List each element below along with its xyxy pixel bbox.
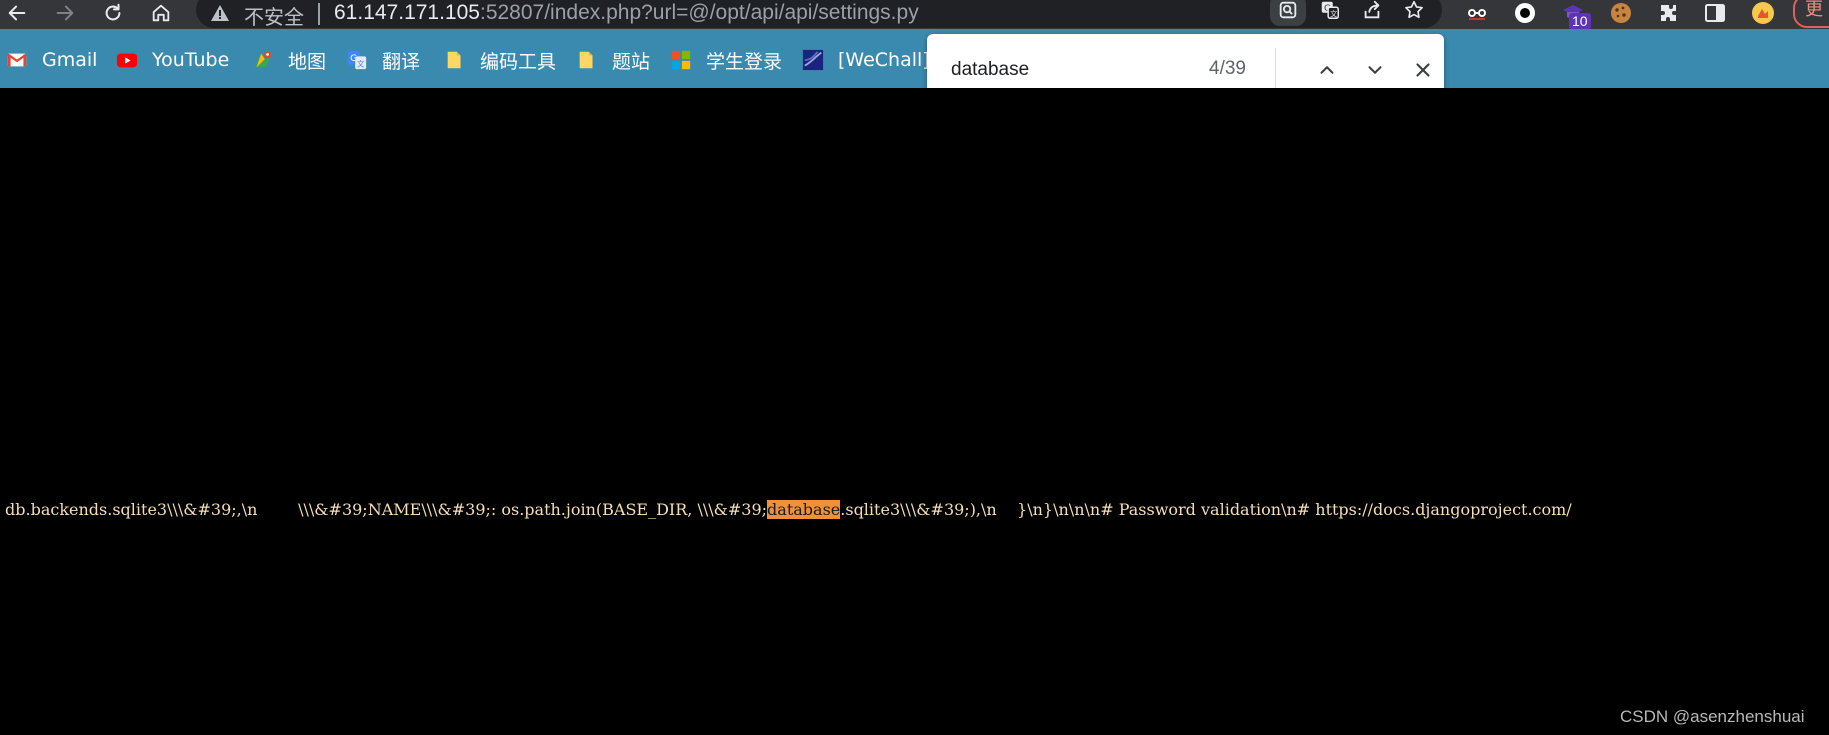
bookmark-label: 地图 — [288, 50, 327, 73]
bookmark-star-button[interactable] — [1396, 0, 1432, 26]
code-before-match: db.backends.sqlite3\\\&#39;,\n \\\&#39;N… — [5, 500, 768, 519]
lens-icon — [1279, 1, 1297, 19]
forward-button[interactable] — [48, 0, 82, 26]
code-after-match: .sqlite3\\\&#39;),\n }\n}\n\n\n# Passwor… — [840, 500, 1572, 519]
close-icon — [1416, 63, 1430, 77]
cookie-icon — [1611, 3, 1631, 23]
extensions-menu-button[interactable] — [1654, 0, 1684, 26]
find-input[interactable] — [951, 56, 1181, 84]
profile-menu-button[interactable]: 更 — [1793, 0, 1829, 28]
extension-cookie-button[interactable] — [1606, 0, 1636, 26]
youtube-icon — [116, 49, 138, 71]
svg-text:文: 文 — [1330, 9, 1338, 18]
reload-icon — [105, 3, 121, 21]
share-button[interactable] — [1354, 0, 1390, 26]
find-match-count: 4/39 — [1209, 58, 1246, 79]
bookmark-maps[interactable]: 地图 — [252, 47, 326, 73]
home-icon — [152, 4, 170, 22]
find-previous-button[interactable] — [1311, 54, 1343, 86]
csdn-watermark: CSDN @asenzhenshuai — [1620, 707, 1805, 726]
extension-ring-button[interactable] — [1510, 0, 1540, 26]
bookmark-youtube[interactable]: YouTube — [116, 47, 229, 73]
warning-triangle-icon[interactable] — [210, 4, 230, 22]
find-match-highlight: database — [767, 500, 841, 519]
google-lens-button[interactable] — [1270, 0, 1306, 26]
maps-icon — [252, 49, 274, 71]
windows-icon — [670, 49, 692, 71]
gmail-icon — [6, 49, 28, 71]
reload-button[interactable] — [96, 0, 130, 26]
side-panel-button[interactable] — [1700, 0, 1730, 26]
home-button[interactable] — [144, 0, 178, 26]
avatar-icon — [1752, 2, 1774, 24]
translate-icon: G文 — [346, 49, 368, 71]
url-host: 61.147.171.105 — [334, 1, 480, 24]
folder-icon — [444, 49, 466, 71]
star-icon — [1405, 0, 1423, 19]
bookmark-folder-challenge-sites[interactable]: 题站 — [576, 47, 650, 73]
chevron-up-icon — [1320, 66, 1334, 74]
translate-icon: G文 — [1321, 1, 1339, 19]
puzzle-icon — [1661, 5, 1676, 21]
profile-label: 更 — [1805, 0, 1823, 20]
source-code-text: db.backends.sqlite3\\\&#39;,\n \\\&#39;N… — [5, 498, 1572, 522]
omnibox-divider — [318, 3, 320, 25]
wechall-icon — [802, 49, 824, 71]
bookmark-label: 编码工具 — [480, 50, 557, 73]
bookmarks-bar: Gmail YouTube 地图 G文 翻译 编码工具 题站 学生登录 [WeC… — [0, 29, 1829, 88]
bookmark-label: YouTube — [152, 49, 230, 71]
back-button[interactable] — [0, 0, 34, 26]
browser-toolbar: 不安全 61.147.171.105:52807/index.php?url=@… — [0, 0, 1829, 30]
profile-avatar-button[interactable] — [1748, 0, 1778, 26]
glasses-icon — [1468, 9, 1486, 20]
url-path: :52807/index.php?url=@/opt/api/api/setti… — [479, 1, 919, 24]
extension-badge: 10 — [1569, 13, 1591, 30]
forward-arrow-icon — [56, 5, 74, 21]
bookmark-label: 学生登录 — [706, 50, 783, 73]
url-text[interactable]: 61.147.171.105:52807/index.php?url=@/opt… — [334, 1, 919, 25]
svg-text:文: 文 — [357, 59, 365, 68]
bookmark-translate[interactable]: G文 翻译 — [346, 47, 420, 73]
find-divider — [1275, 48, 1276, 91]
bookmark-gmail[interactable]: Gmail — [6, 47, 97, 73]
translate-page-button[interactable]: G文 — [1312, 0, 1348, 26]
share-icon — [1364, 0, 1380, 19]
not-secure-label[interactable]: 不安全 — [244, 1, 304, 30]
bookmark-wechall[interactable]: [WeChall] ( — [802, 47, 943, 73]
bookmark-label: 翻译 — [382, 50, 421, 73]
bookmark-folder-encoding-tools[interactable]: 编码工具 — [444, 47, 556, 73]
bookmark-label: 题站 — [612, 50, 651, 73]
chevron-down-icon — [1368, 66, 1382, 74]
find-close-button[interactable] — [1407, 54, 1439, 86]
extension-glasses-button[interactable] — [1462, 0, 1492, 26]
address-bar[interactable]: 不安全 61.147.171.105:52807/index.php?url=@… — [196, 0, 1442, 30]
side-panel-icon — [1705, 4, 1725, 22]
bookmark-label: Gmail — [42, 49, 98, 71]
find-next-button[interactable] — [1359, 54, 1391, 86]
page-content: db.backends.sqlite3\\\&#39;,\n \\\&#39;N… — [0, 88, 1829, 735]
ring-icon — [1515, 3, 1535, 23]
bookmark-student-login[interactable]: 学生登录 — [670, 47, 782, 73]
folder-icon — [576, 49, 598, 71]
back-arrow-icon — [8, 5, 26, 21]
